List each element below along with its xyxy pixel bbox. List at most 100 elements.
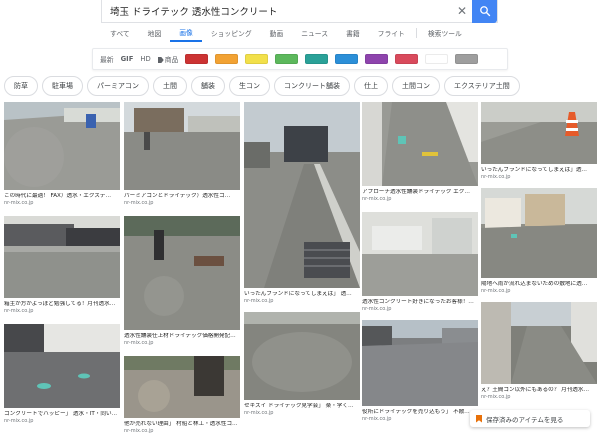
- tab-books[interactable]: 書籍: [337, 24, 369, 42]
- color-filter-blue[interactable]: [335, 54, 359, 64]
- result-caption: セキスイ ドライテック見学会」 楽・学く…: [244, 403, 354, 409]
- image-result[interactable]: え？土間コン以外にもあるの？ 月刊透水… nr-mix.co.jp: [481, 302, 597, 406]
- tab-videos[interactable]: 動画: [261, 24, 293, 42]
- image-result[interactable]: いったんブランドになってしまえば」 透… nr-mix.co.jp: [244, 102, 360, 310]
- chip-doma[interactable]: 土間: [153, 76, 187, 96]
- result-thumbnail: [4, 216, 120, 298]
- chip-hosou[interactable]: 舗装: [191, 76, 225, 96]
- result-source: nr-mix.co.jp: [362, 306, 392, 312]
- chip-shiage[interactable]: 仕上: [354, 76, 388, 96]
- result-thumbnail: [124, 356, 240, 418]
- result-thumbnail: [4, 102, 120, 190]
- tab-images[interactable]: 画像: [170, 24, 202, 42]
- result-thumbnail: [4, 324, 120, 408]
- image-result[interactable]: 役所にドライテックを売り込もう」 不敵… nr-mix.co.jp: [362, 320, 478, 428]
- filter-product[interactable]: 商品: [157, 54, 179, 64]
- result-thumbnail: [244, 102, 360, 288]
- image-result[interactable]: この時代に最適！ FAX）透水・エクステ… nr-mix.co.jp: [4, 102, 120, 214]
- tab-shopping[interactable]: ショッピング: [202, 24, 261, 42]
- search-tabs: すべて 地図 画像 ショッピング 動画 ニュース 書籍 フライト 検索ツール: [101, 24, 471, 42]
- result-thumbnail: [362, 320, 478, 406]
- results-column-5: いったんブランドになってしまえば」透… nr-mix.co.jp 陽地へ雨が流れ…: [481, 102, 597, 406]
- result-caption: コンクリートでハッピー」 透水・IT・同い…: [4, 411, 118, 417]
- tab-news[interactable]: ニュース: [292, 24, 337, 42]
- result-source: nr-mix.co.jp: [4, 200, 34, 206]
- image-result[interactable]: アプローチ透水性舗装ドライテック エク… nr-mix.co.jp: [362, 102, 478, 210]
- result-source: nr-mix.co.jp: [124, 200, 154, 206]
- color-filter-purple[interactable]: [365, 54, 389, 64]
- results-column-1: この時代に最適！ FAX）透水・エクステ… nr-mix.co.jp 箱主が方が…: [4, 102, 120, 432]
- image-result[interactable]: セキスイ ドライテック見学会」 楽・学く… nr-mix.co.jp: [244, 312, 360, 422]
- tab-maps[interactable]: 地図: [139, 24, 171, 42]
- image-result[interactable]: パーミアコンとドライテック）透水性コ… nr-mix.co.jp: [124, 102, 240, 214]
- result-thumbnail: [362, 102, 478, 186]
- result-caption: 透水性コンクリート好きになったお客様！…: [362, 299, 474, 305]
- image-results-grid: この時代に最適！ FAX）透水・エクステ… nr-mix.co.jp 箱主が方が…: [4, 102, 600, 437]
- color-filter-gray[interactable]: [455, 54, 479, 64]
- result-thumbnail: [124, 102, 240, 190]
- result-source: nr-mix.co.jp: [481, 394, 511, 400]
- color-filter-pink[interactable]: [395, 54, 419, 64]
- image-result[interactable]: いったんブランドになってしまえば」透… nr-mix.co.jp: [481, 102, 597, 186]
- tab-divider: [415, 28, 417, 38]
- search-icon: [479, 6, 490, 17]
- image-result[interactable]: 箱主が方がよっぽど勉強してる！月刊透水… nr-mix.co.jp: [4, 216, 120, 322]
- image-result[interactable]: コンクリートでハッピー」 透水・IT・同い… nr-mix.co.jp: [4, 324, 120, 432]
- bookmark-icon: [476, 414, 482, 423]
- chip-namacon[interactable]: 生コン: [229, 76, 270, 96]
- search-input[interactable]: [102, 0, 452, 22]
- search-box: ✕: [101, 0, 498, 23]
- chip-parking[interactable]: 駐車場: [42, 76, 83, 96]
- color-filter-white[interactable]: [425, 54, 449, 64]
- tab-search-tools[interactable]: 検索ツール: [419, 24, 471, 42]
- result-source: nr-mix.co.jp: [362, 196, 392, 202]
- saved-items-label: 保存済みのアイテムを見る: [486, 415, 564, 424]
- color-filter-teal[interactable]: [305, 54, 329, 64]
- filter-product-label: 商品: [164, 56, 179, 64]
- result-caption: アプローチ透水性舗装ドライテック エク…: [362, 189, 470, 195]
- result-source: nr-mix.co.jp: [4, 308, 34, 314]
- result-caption: 陽地へ雨が流れ込まないための敷地に透…: [481, 281, 588, 287]
- image-filter-bar: 最新 GIF HD 商品: [92, 48, 508, 70]
- image-result[interactable]: 透水性コンクリート好きになったお客様！… nr-mix.co.jp: [362, 212, 478, 318]
- result-caption: 役所にドライテックを売り込もう」 不敵…: [362, 409, 470, 415]
- result-caption: 他が売れない理由」 村船と林工・透水性コ…: [124, 421, 238, 427]
- search-button[interactable]: [472, 0, 497, 23]
- image-result[interactable]: 他が売れない理由」 村船と林工・透水性コ… nr-mix.co.jp: [124, 356, 240, 437]
- google-image-search-page: ✕ すべて 地図 画像 ショッピング 動画 ニュース 書籍 フライト 検索ツール…: [0, 0, 600, 437]
- result-thumbnail: [124, 216, 240, 330]
- result-caption: いったんブランドになってしまえば」 透…: [244, 291, 352, 297]
- result-source: nr-mix.co.jp: [244, 298, 274, 304]
- chip-exterior-doma[interactable]: エクステリア土間: [444, 76, 520, 96]
- filter-gif[interactable]: GIF: [121, 55, 134, 63]
- result-thumbnail: [481, 302, 597, 384]
- color-filter-yellow[interactable]: [245, 54, 269, 64]
- chip-concrete-paving[interactable]: コンクリート舗装: [274, 76, 350, 96]
- color-filter-green[interactable]: [275, 54, 299, 64]
- filter-hd[interactable]: HD: [140, 55, 150, 63]
- color-filter-red[interactable]: [185, 54, 209, 64]
- result-caption: いったんブランドになってしまえば」透…: [481, 167, 588, 173]
- tab-flights[interactable]: フライト: [369, 24, 414, 42]
- result-thumbnail: [481, 102, 597, 164]
- result-thumbnail: [481, 188, 597, 278]
- close-icon: ✕: [456, 4, 468, 18]
- result-caption: 透水性舗装仕上材ドライテック価格開発記…: [124, 333, 236, 339]
- chip-domacon[interactable]: 土間コン: [392, 76, 440, 96]
- clear-search-button[interactable]: ✕: [452, 0, 472, 22]
- result-source: nr-mix.co.jp: [244, 410, 274, 416]
- image-result[interactable]: 陽地へ雨が流れ込まないための敷地に透… nr-mix.co.jp: [481, 188, 597, 300]
- tab-all[interactable]: すべて: [101, 24, 139, 42]
- result-source: nr-mix.co.jp: [481, 288, 511, 294]
- result-source: nr-mix.co.jp: [124, 340, 154, 346]
- tag-icon: [157, 57, 164, 63]
- chip-bousou[interactable]: 防草: [4, 76, 38, 96]
- image-result[interactable]: 透水性舗装仕上材ドライテック価格開発記… nr-mix.co.jp: [124, 216, 240, 354]
- related-search-chips: 防草 駐車場 パーミアコン 土間 舗装 生コン コンクリート舗装 仕上 土間コン…: [4, 76, 520, 96]
- color-filter-orange[interactable]: [215, 54, 239, 64]
- saved-items-button[interactable]: 保存済みのアイテムを見る: [470, 410, 590, 427]
- filter-recent[interactable]: 最新: [100, 54, 114, 64]
- chip-permeacon[interactable]: パーミアコン: [87, 76, 149, 96]
- result-source: nr-mix.co.jp: [4, 418, 34, 424]
- result-caption: 箱主が方がよっぽど勉強してる！月刊透水…: [4, 301, 116, 307]
